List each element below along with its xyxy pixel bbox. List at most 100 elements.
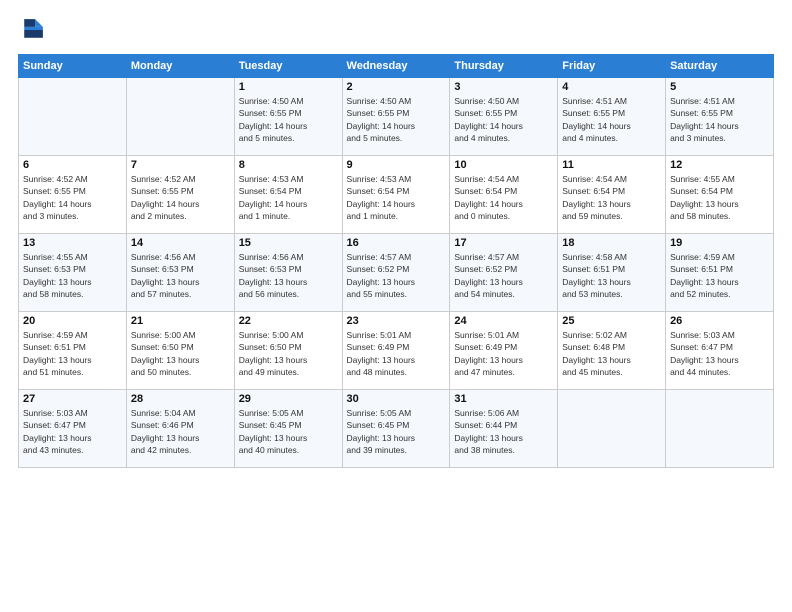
day-number: 7	[131, 159, 230, 171]
day-info: Sunrise: 4:56 AMSunset: 6:53 PMDaylight:…	[239, 251, 338, 300]
day-number: 22	[239, 315, 338, 327]
calendar-cell: 11 Sunrise: 4:54 AMSunset: 6:54 PMDayligh…	[558, 156, 666, 234]
calendar-cell: 2 Sunrise: 4:50 AMSunset: 6:55 PMDaylight…	[342, 78, 450, 156]
page: SundayMondayTuesdayWednesdayThursdayFrid…	[0, 0, 792, 612]
day-info: Sunrise: 5:01 AMSunset: 6:49 PMDaylight:…	[454, 329, 553, 378]
day-number: 30	[347, 393, 446, 405]
calendar-cell: 15 Sunrise: 4:56 AMSunset: 6:53 PMDayligh…	[234, 234, 342, 312]
day-info: Sunrise: 4:55 AMSunset: 6:53 PMDaylight:…	[23, 251, 122, 300]
day-info: Sunrise: 5:06 AMSunset: 6:44 PMDaylight:…	[454, 407, 553, 456]
day-info: Sunrise: 5:00 AMSunset: 6:50 PMDaylight:…	[239, 329, 338, 378]
day-info: Sunrise: 4:59 AMSunset: 6:51 PMDaylight:…	[23, 329, 122, 378]
day-info: Sunrise: 4:59 AMSunset: 6:51 PMDaylight:…	[670, 251, 769, 300]
calendar-cell: 28 Sunrise: 5:04 AMSunset: 6:46 PMDayligh…	[126, 390, 234, 468]
day-info: Sunrise: 5:03 AMSunset: 6:47 PMDaylight:…	[670, 329, 769, 378]
calendar-cell: 23 Sunrise: 5:01 AMSunset: 6:49 PMDayligh…	[342, 312, 450, 390]
day-info: Sunrise: 5:00 AMSunset: 6:50 PMDaylight:…	[131, 329, 230, 378]
calendar-cell: 5Sunrise: 4:51 AMSunset: 6:55 PMDaylight…	[666, 78, 774, 156]
calendar-cell: 24 Sunrise: 5:01 AMSunset: 6:49 PMDayligh…	[450, 312, 558, 390]
day-number: 29	[239, 393, 338, 405]
calendar-cell: 22 Sunrise: 5:00 AMSunset: 6:50 PMDayligh…	[234, 312, 342, 390]
calendar-cell: 19 Sunrise: 4:59 AMSunset: 6:51 PMDayligh…	[666, 234, 774, 312]
logo-icon	[18, 16, 46, 44]
calendar-cell: 20 Sunrise: 4:59 AMSunset: 6:51 PMDayligh…	[19, 312, 127, 390]
day-number: 1	[239, 81, 338, 93]
calendar-cell: 9Sunrise: 4:53 AMSunset: 6:54 PMDaylight…	[342, 156, 450, 234]
calendar-cell: 29 Sunrise: 5:05 AMSunset: 6:45 PMDayligh…	[234, 390, 342, 468]
day-number: 28	[131, 393, 230, 405]
day-info: Sunrise: 4:50 AMSunset: 6:55 PMDaylight:…	[239, 95, 338, 144]
calendar-cell: 4Sunrise: 4:51 AMSunset: 6:55 PMDaylight…	[558, 78, 666, 156]
day-info: Sunrise: 4:57 AMSunset: 6:52 PMDaylight:…	[454, 251, 553, 300]
day-number: 6	[23, 159, 122, 171]
day-number: 15	[239, 237, 338, 249]
day-info: Sunrise: 5:05 AMSunset: 6:45 PMDaylight:…	[239, 407, 338, 456]
day-info: Sunrise: 4:54 AMSunset: 6:54 PMDaylight:…	[562, 173, 661, 222]
day-number: 2	[347, 81, 446, 93]
day-info: Sunrise: 4:50 AMSunset: 6:55 PMDaylight:…	[347, 95, 446, 144]
day-number: 5	[670, 81, 769, 93]
day-info: Sunrise: 5:01 AMSunset: 6:49 PMDaylight:…	[347, 329, 446, 378]
day-info: Sunrise: 5:02 AMSunset: 6:48 PMDaylight:…	[562, 329, 661, 378]
calendar-cell: 7 Sunrise: 4:52 AMSunset: 6:55 PMDaylight…	[126, 156, 234, 234]
day-info: Sunrise: 5:04 AMSunset: 6:46 PMDaylight:…	[131, 407, 230, 456]
calendar-cell: 31 Sunrise: 5:06 AMSunset: 6:44 PMDayligh…	[450, 390, 558, 468]
day-number: 23	[347, 315, 446, 327]
calendar-cell: 26 Sunrise: 5:03 AMSunset: 6:47 PMDayligh…	[666, 312, 774, 390]
calendar-cell: 8Sunrise: 4:53 AMSunset: 6:54 PMDaylight…	[234, 156, 342, 234]
calendar-cell	[126, 78, 234, 156]
header-cell: Saturday	[666, 55, 774, 78]
day-number: 20	[23, 315, 122, 327]
day-number: 25	[562, 315, 661, 327]
day-number: 11	[562, 159, 661, 171]
calendar-week-row: 20 Sunrise: 4:59 AMSunset: 6:51 PMDayligh…	[19, 312, 774, 390]
calendar-cell: 12 Sunrise: 4:55 AMSunset: 6:54 PMDayligh…	[666, 156, 774, 234]
day-number: 4	[562, 81, 661, 93]
header-cell: Monday	[126, 55, 234, 78]
calendar-week-row: 6 Sunrise: 4:52 AMSunset: 6:55 PMDaylight…	[19, 156, 774, 234]
day-info: Sunrise: 4:53 AMSunset: 6:54 PMDaylight:…	[347, 173, 446, 222]
day-info: Sunrise: 4:57 AMSunset: 6:52 PMDaylight:…	[347, 251, 446, 300]
day-number: 26	[670, 315, 769, 327]
header	[18, 16, 774, 44]
calendar-cell: 14Sunrise: 4:56 AMSunset: 6:53 PMDayligh…	[126, 234, 234, 312]
calendar-cell: 27 Sunrise: 5:03 AMSunset: 6:47 PMDayligh…	[19, 390, 127, 468]
day-number: 21	[131, 315, 230, 327]
calendar-week-row: 1 Sunrise: 4:50 AMSunset: 6:55 PMDaylight…	[19, 78, 774, 156]
day-info: Sunrise: 5:03 AMSunset: 6:47 PMDaylight:…	[23, 407, 122, 456]
day-info: Sunrise: 4:50 AMSunset: 6:55 PMDaylight:…	[454, 95, 553, 144]
calendar-cell: 17 Sunrise: 4:57 AMSunset: 6:52 PMDayligh…	[450, 234, 558, 312]
calendar-cell: 21 Sunrise: 5:00 AMSunset: 6:50 PMDayligh…	[126, 312, 234, 390]
day-number: 31	[454, 393, 553, 405]
day-info: Sunrise: 4:58 AMSunset: 6:51 PMDaylight:…	[562, 251, 661, 300]
calendar-cell: 13 Sunrise: 4:55 AMSunset: 6:53 PMDayligh…	[19, 234, 127, 312]
calendar-cell	[666, 390, 774, 468]
day-info: Sunrise: 4:52 AMSunset: 6:55 PMDaylight:…	[131, 173, 230, 222]
day-info: Sunrise: 4:56 AMSunset: 6:53 PMDaylight:…	[131, 251, 230, 300]
day-info: Sunrise: 4:53 AMSunset: 6:54 PMDaylight:…	[239, 173, 338, 222]
day-number: 10	[454, 159, 553, 171]
header-cell: Tuesday	[234, 55, 342, 78]
calendar-cell: 25 Sunrise: 5:02 AMSunset: 6:48 PMDayligh…	[558, 312, 666, 390]
calendar-week-row: 27 Sunrise: 5:03 AMSunset: 6:47 PMDayligh…	[19, 390, 774, 468]
calendar-cell	[558, 390, 666, 468]
logo	[18, 16, 50, 44]
calendar-cell	[19, 78, 127, 156]
calendar-table: SundayMondayTuesdayWednesdayThursdayFrid…	[18, 54, 774, 468]
calendar-cell: 3Sunrise: 4:50 AMSunset: 6:55 PMDaylight…	[450, 78, 558, 156]
calendar-cell: 16 Sunrise: 4:57 AMSunset: 6:52 PMDayligh…	[342, 234, 450, 312]
day-number: 13	[23, 237, 122, 249]
header-cell: Wednesday	[342, 55, 450, 78]
day-number: 27	[23, 393, 122, 405]
day-number: 17	[454, 237, 553, 249]
day-info: Sunrise: 5:05 AMSunset: 6:45 PMDaylight:…	[347, 407, 446, 456]
day-number: 19	[670, 237, 769, 249]
header-cell: Friday	[558, 55, 666, 78]
header-cell: Sunday	[19, 55, 127, 78]
calendar-cell: 10Sunrise: 4:54 AMSunset: 6:54 PMDayligh…	[450, 156, 558, 234]
day-number: 16	[347, 237, 446, 249]
day-info: Sunrise: 4:55 AMSunset: 6:54 PMDaylight:…	[670, 173, 769, 222]
day-number: 12	[670, 159, 769, 171]
header-row: SundayMondayTuesdayWednesdayThursdayFrid…	[19, 55, 774, 78]
day-number: 24	[454, 315, 553, 327]
